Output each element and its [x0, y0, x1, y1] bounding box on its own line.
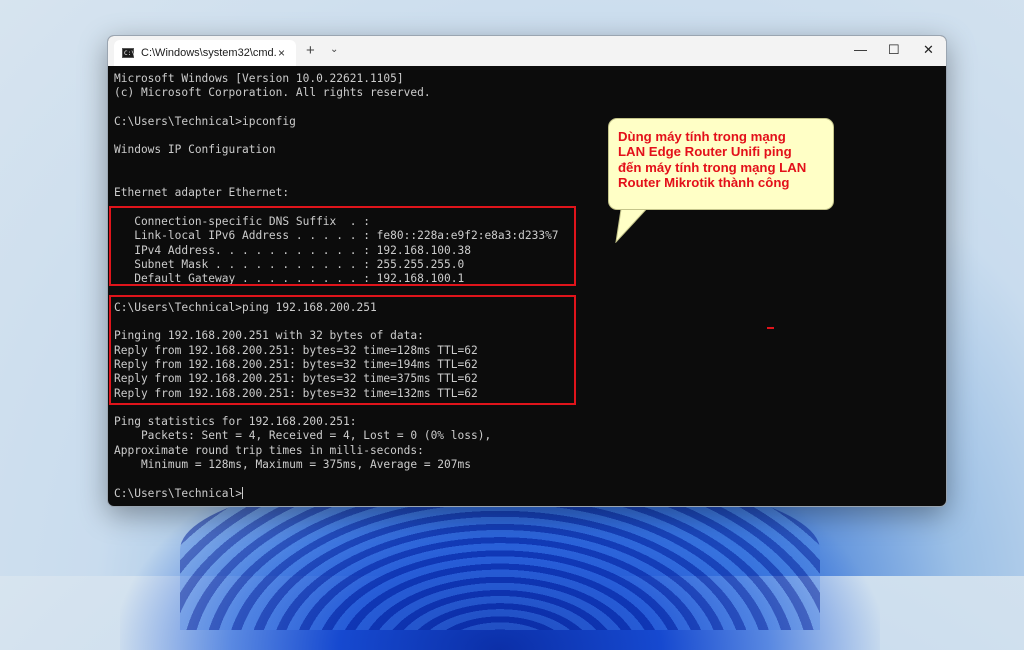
terminal-line: Approximate round trip times in milli-se…	[114, 443, 424, 457]
terminal-line: C:\Users\Technical>	[114, 486, 243, 500]
tab-close-icon[interactable]: ×	[278, 46, 285, 60]
tab-cmd[interactable]: C:\ C:\Windows\system32\cmd.e: ×	[114, 40, 296, 66]
chevron-down-icon[interactable]: ⌄	[330, 44, 338, 55]
new-tab-button[interactable]: +	[306, 42, 315, 59]
text-cursor	[241, 486, 243, 499]
ipconfig-highlight-box	[109, 206, 576, 286]
callout-line: LAN Edge Router Unifi ping	[618, 144, 792, 160]
minimize-button[interactable]: —	[854, 42, 867, 57]
close-button[interactable]: ✕	[923, 42, 934, 58]
callout-line: đến máy tính trong mạng LAN	[618, 159, 807, 175]
callout-line: Router Mikrotik thành công	[618, 175, 790, 191]
terminal-line: Minimum = 128ms, Maximum = 375ms, Averag…	[114, 458, 471, 472]
terminal-line: Microsoft Windows [Version 10.0.22621.11…	[114, 72, 404, 85]
title-bar[interactable]: C:\ C:\Windows\system32\cmd.e: × + ⌄ — ☐…	[108, 36, 946, 66]
red-dash-mark	[767, 327, 774, 329]
ping-highlight-box	[109, 295, 576, 405]
terminal-line: Packets: Sent = 4, Received = 4, Lost = …	[114, 429, 492, 443]
callout-annotation: Dùng máy tính trong mạng LAN Edge Router…	[608, 118, 834, 210]
callout-line: Dùng máy tính trong mạng	[618, 129, 786, 144]
cmd-icon: C:\	[122, 48, 135, 58]
tab-title: C:\Windows\system32\cmd.e:	[141, 47, 276, 59]
terminal-line: Ping statistics for 192.168.200.251:	[114, 415, 357, 429]
maximize-button[interactable]: ☐	[888, 42, 900, 58]
terminal-line: (c) Microsoft Corporation. All rights re…	[114, 86, 431, 100]
